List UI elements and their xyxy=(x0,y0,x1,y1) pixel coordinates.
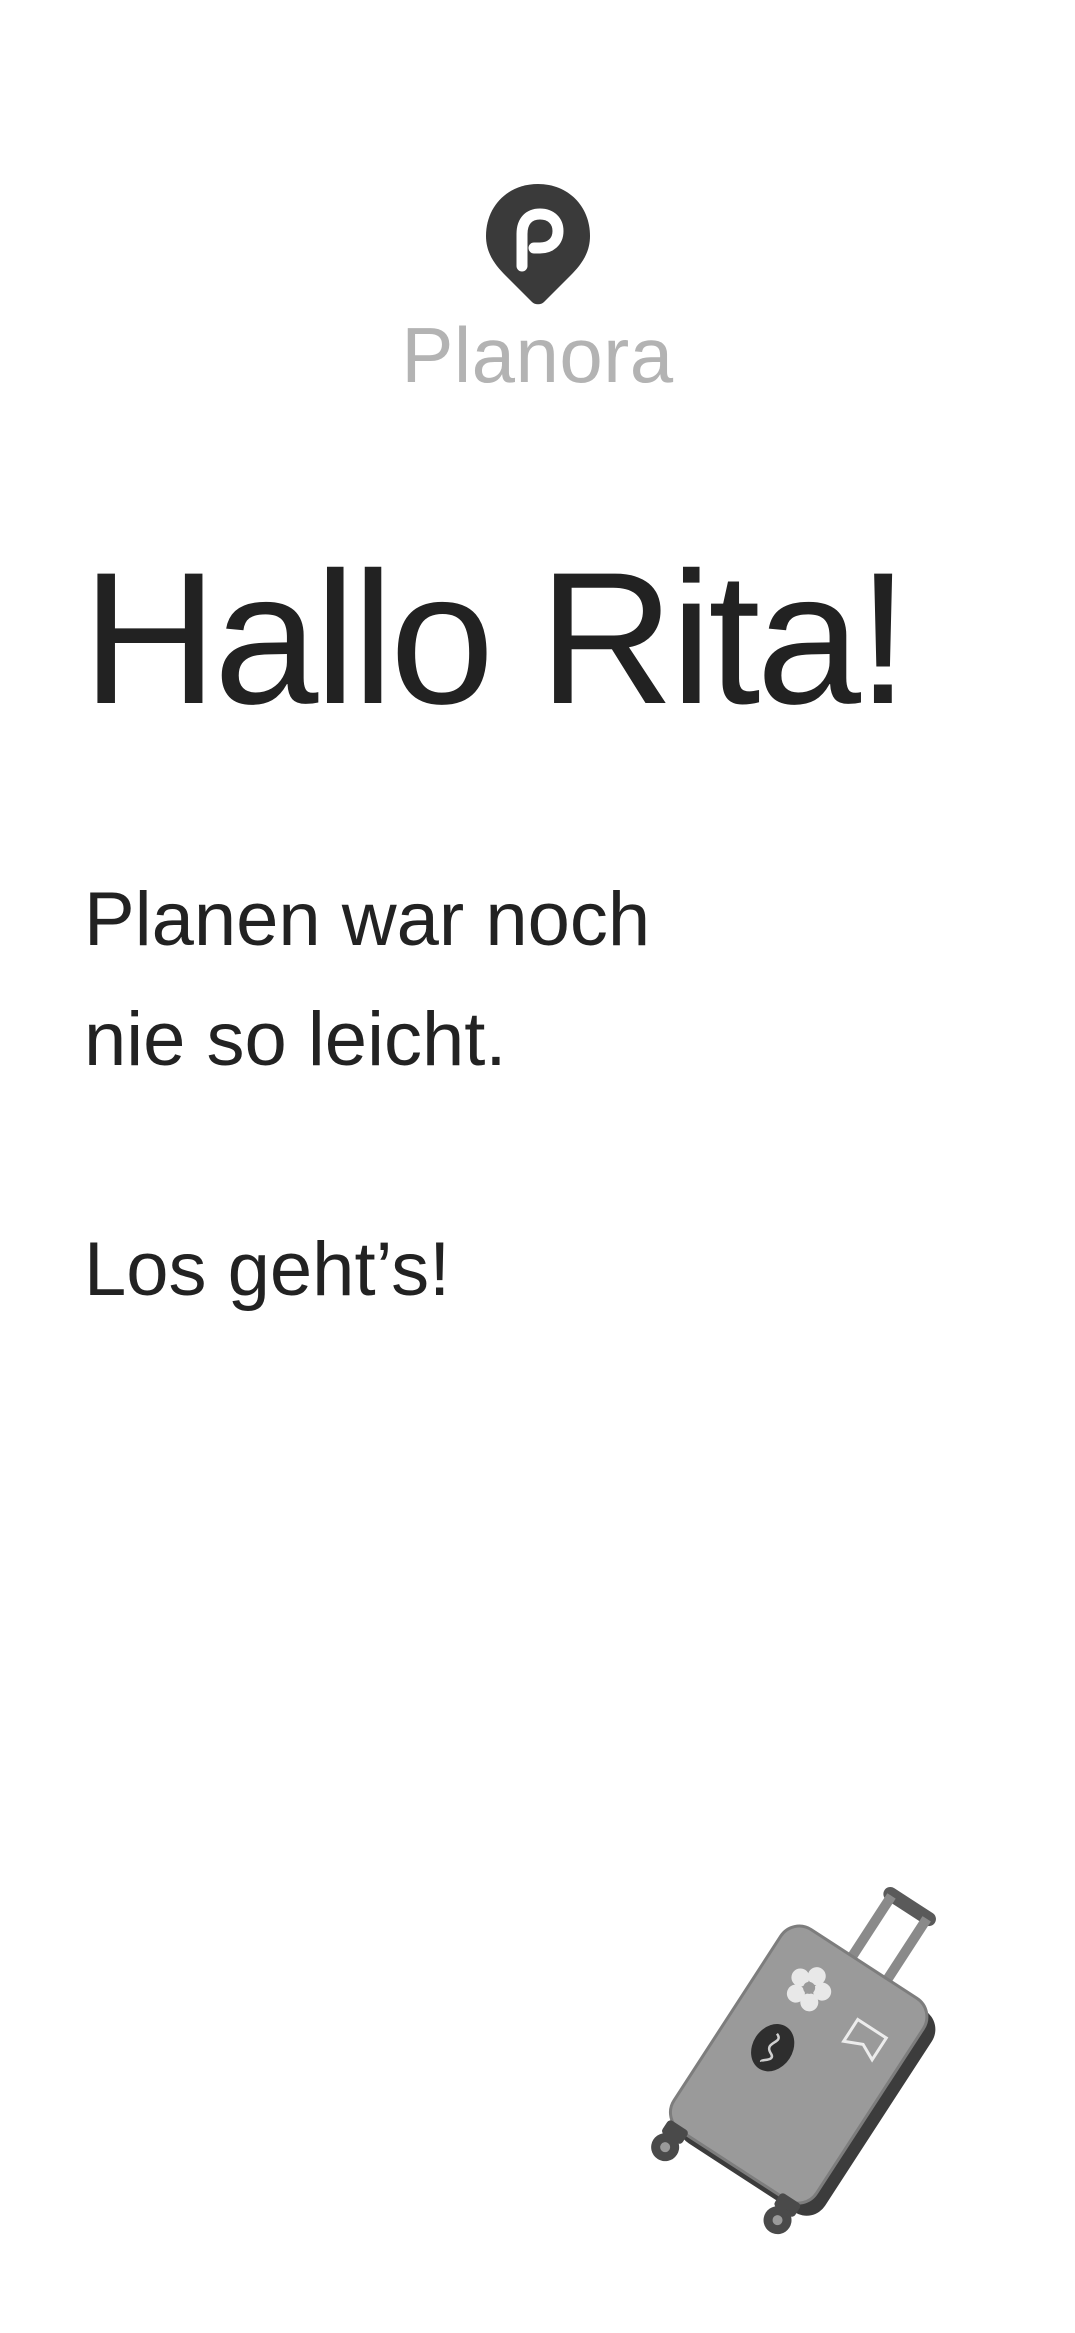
tagline: Planen war noch nie so leicht. xyxy=(84,860,784,1100)
get-started-text[interactable]: Los geht’s! xyxy=(84,1210,450,1330)
map-pin-p-icon xyxy=(485,184,590,305)
tagline-line-2: nie so leicht. xyxy=(84,997,507,1082)
brand-name: Planora xyxy=(401,311,674,399)
suitcase-illustration xyxy=(651,1886,936,2235)
brand-header: Planora xyxy=(0,180,1075,410)
tagline-line-1: Planen war noch xyxy=(84,877,651,962)
greeting-title: Hallo Rita! xyxy=(82,533,909,743)
